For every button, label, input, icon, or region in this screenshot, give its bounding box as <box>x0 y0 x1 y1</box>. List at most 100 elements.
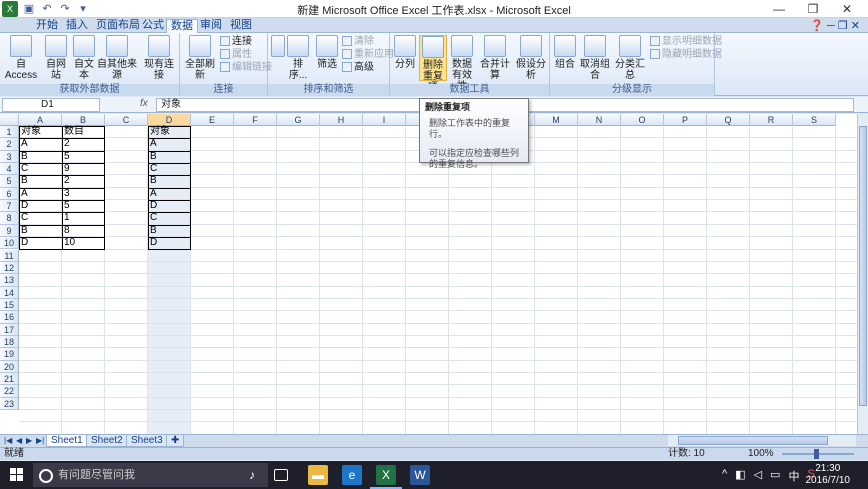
connections-button[interactable]: 连接 <box>220 36 252 47</box>
next-sheet-icon[interactable]: ▶ <box>26 436 32 445</box>
tab-home[interactable]: 开始 <box>32 19 62 33</box>
excel-icon[interactable]: X <box>370 465 402 489</box>
row-header[interactable]: 4 <box>0 163 19 176</box>
column-header-a[interactable]: A <box>19 114 62 126</box>
row-header[interactable]: 11 <box>0 249 19 262</box>
row-header[interactable]: 12 <box>0 261 19 275</box>
row-header[interactable]: 15 <box>0 298 19 312</box>
row-header[interactable]: 17 <box>0 323 19 336</box>
subtotal-button[interactable]: 分类汇总 <box>612 35 648 81</box>
select-all-corner[interactable] <box>0 114 19 126</box>
horizontal-scrollbar[interactable] <box>668 435 856 446</box>
notification-icon[interactable]: ▭ <box>770 468 780 484</box>
row-header[interactable]: 3 <box>0 150 19 164</box>
refresh-all-button[interactable]: 全部刷新 <box>182 35 218 81</box>
tab-formulas[interactable]: 公式 <box>138 19 168 33</box>
column-header-c[interactable]: C <box>105 114 148 126</box>
show-detail-button[interactable]: 显示明细数据 <box>650 36 722 47</box>
first-sheet-icon[interactable]: |◀ <box>4 436 12 445</box>
edit-links-button[interactable]: 编辑链接 <box>220 62 272 73</box>
cortana-search[interactable]: 有问题尽管问我 <box>33 463 268 487</box>
row-header[interactable]: 20 <box>0 360 19 373</box>
row-header[interactable]: 18 <box>0 335 19 349</box>
row-header[interactable]: 2 <box>0 138 19 151</box>
clear-filter-button[interactable]: 清除 <box>342 36 374 47</box>
column-header-b[interactable]: B <box>62 114 105 126</box>
group-button[interactable]: 组合 <box>552 35 578 70</box>
file-explorer-icon[interactable]: ▬ <box>308 465 328 485</box>
column-header-f[interactable]: F <box>234 114 277 126</box>
consolidate-button[interactable]: 合并计算 <box>476 35 514 81</box>
from-access-button[interactable]: 自 Access <box>2 35 40 81</box>
zoom-knob[interactable] <box>814 449 819 459</box>
tab-view[interactable]: 视图 <box>226 19 256 33</box>
last-sheet-icon[interactable]: ▶| <box>36 436 44 445</box>
minimize-icon[interactable]: — <box>762 0 796 18</box>
column-header-g[interactable]: G <box>277 114 320 126</box>
network-icon[interactable]: ◧ <box>735 468 745 484</box>
column-header-o[interactable]: O <box>621 114 664 126</box>
scroll-thumb[interactable] <box>859 126 867 406</box>
close-icon[interactable]: ✕ <box>830 0 864 18</box>
from-other-sources-button[interactable]: 自其他来源 <box>96 35 138 81</box>
row-header[interactable]: 1 <box>0 126 19 139</box>
sheet-tab-1[interactable]: Sheet1 <box>46 435 88 447</box>
column-header-q[interactable]: Q <box>707 114 750 126</box>
from-text-button[interactable]: 自文本 <box>70 35 98 81</box>
hide-detail-button[interactable]: 隐藏明细数据 <box>650 49 722 60</box>
row-header[interactable]: 23 <box>0 397 19 411</box>
column-header-p[interactable]: P <box>664 114 707 126</box>
volume-icon[interactable]: ◁ <box>754 468 762 484</box>
existing-connections-button[interactable]: 现有连接 <box>140 35 178 81</box>
row-header[interactable]: 5 <box>0 175 19 188</box>
microphone-icon[interactable]: ♪ <box>242 465 262 485</box>
column-header-e[interactable]: E <box>191 114 234 126</box>
sheet-tab-3[interactable]: Sheet3 <box>126 435 168 447</box>
row-header[interactable]: 10 <box>0 237 19 250</box>
scroll-thumb[interactable] <box>678 436 828 445</box>
row-header[interactable]: 9 <box>0 224 19 238</box>
reapply-button[interactable]: 重新应用 <box>342 49 394 60</box>
column-header-r[interactable]: R <box>750 114 793 126</box>
name-box[interactable]: D1 <box>2 98 100 112</box>
column-header-h[interactable]: H <box>320 114 363 126</box>
help-icon[interactable]: ❓ ─ ❐ ✕ <box>810 19 860 32</box>
row-header[interactable]: 6 <box>0 187 19 201</box>
tab-data[interactable]: 数据 <box>166 19 198 33</box>
tab-review[interactable]: 审阅 <box>196 19 226 33</box>
row-header[interactable]: 19 <box>0 348 19 361</box>
sheet-tab-2[interactable]: Sheet2 <box>86 435 128 447</box>
insert-sheet-icon[interactable]: ✚ <box>166 435 185 447</box>
task-view-icon[interactable] <box>274 469 288 481</box>
remove-duplicates-button[interactable]: 删除重复项 <box>419 35 447 93</box>
chevron-up-icon[interactable]: ^ <box>722 468 727 484</box>
row-header[interactable]: 7 <box>0 200 19 213</box>
taskbar-clock[interactable]: 21:30 2016/7/10 <box>806 463 851 487</box>
prev-sheet-icon[interactable]: ◀ <box>16 436 22 445</box>
tab-insert[interactable]: 插入 <box>62 19 92 33</box>
ime-indicator[interactable]: 中 <box>788 468 799 484</box>
row-header[interactable]: 16 <box>0 311 19 324</box>
sort-ascending-button[interactable] <box>270 35 286 59</box>
row-header[interactable]: 22 <box>0 385 19 398</box>
start-icon[interactable] <box>10 468 24 482</box>
what-if-analysis-button[interactable]: 假设分析 <box>512 35 550 81</box>
row-header[interactable]: 14 <box>0 286 19 299</box>
column-header-d[interactable]: D <box>148 114 191 126</box>
column-header-s[interactable]: S <box>793 114 836 126</box>
filter-button[interactable]: 筛选 <box>314 35 340 70</box>
ungroup-button[interactable]: 取消组合 <box>578 35 612 81</box>
properties-button[interactable]: 属性 <box>220 49 252 60</box>
insert-function-icon[interactable]: fx <box>140 98 148 109</box>
column-header-i[interactable]: I <box>363 114 406 126</box>
word-icon[interactable]: W <box>410 465 430 485</box>
vertical-scrollbar[interactable] <box>857 114 868 434</box>
from-web-button[interactable]: 自网站 <box>42 35 70 81</box>
restore-icon[interactable]: ❐ <box>796 0 830 18</box>
edge-icon[interactable]: e <box>342 465 362 485</box>
tab-page-layout[interactable]: 页面布局 <box>92 19 144 33</box>
row-header[interactable]: 8 <box>0 212 19 225</box>
text-to-columns-button[interactable]: 分列 <box>392 35 418 70</box>
zoom-slider[interactable] <box>782 449 854 459</box>
advanced-filter-button[interactable]: 高级 <box>342 62 374 73</box>
